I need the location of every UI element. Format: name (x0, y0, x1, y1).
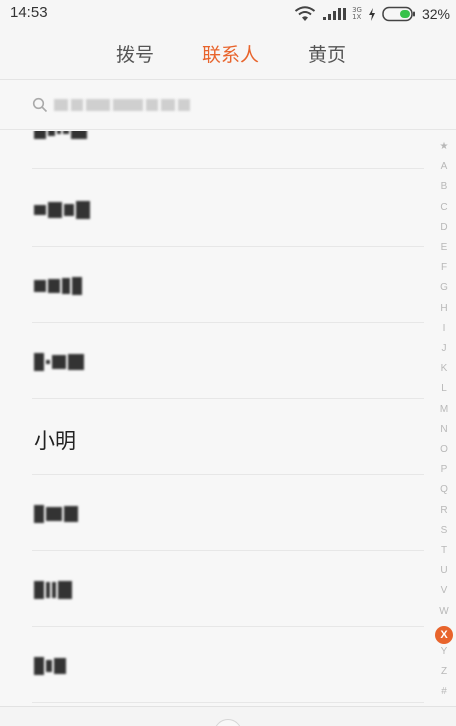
index-letter-y[interactable]: Y (436, 646, 452, 657)
contact-row[interactable] (32, 627, 424, 703)
network-bottom-label: 1X (352, 13, 362, 21)
contact-row[interactable]: 小明 (32, 399, 424, 475)
index-letter-v[interactable]: V (436, 585, 452, 596)
top-tab-bar: 拨号 联系人 黄页 (0, 28, 456, 80)
index-letter-r[interactable]: R (436, 505, 452, 516)
search-placeholder-obscured (54, 94, 224, 112)
index-letter-p[interactable]: P (436, 464, 452, 475)
index-letter-j[interactable]: J (436, 343, 452, 354)
contact-row[interactable] (32, 131, 424, 169)
obscured-name (34, 275, 82, 297)
tab-contacts[interactable]: 联系人 (202, 40, 259, 67)
index-letter-f[interactable]: F (436, 262, 452, 273)
contact-row[interactable] (32, 323, 424, 399)
wifi-icon (294, 6, 316, 21)
battery-percentage: 32% (421, 6, 450, 22)
index-letter-b[interactable]: B (436, 181, 452, 192)
index-letter-star[interactable]: ★ (436, 141, 452, 152)
contact-list: 小明 (0, 131, 456, 706)
obscured-name (34, 131, 87, 143)
contact-row[interactable] (32, 171, 424, 247)
obscured-name (34, 199, 90, 221)
index-letter-t[interactable]: T (436, 545, 452, 556)
index-letter-d[interactable]: D (436, 222, 452, 233)
obscured-name (34, 503, 78, 525)
index-letter-c[interactable]: C (436, 202, 452, 213)
alphabet-index-bar[interactable]: ★ A B C D E F G H I J K L M N O P Q R S T U V W X Y Z # (435, 141, 453, 701)
index-letter-a[interactable]: A (436, 161, 452, 172)
index-letter-m[interactable]: M (436, 404, 452, 415)
network-type: 3G 1X (352, 7, 362, 21)
status-time: 14:53 (10, 4, 48, 21)
index-letter-i[interactable]: I (436, 323, 452, 334)
tab-yellow-pages[interactable]: 黄页 (308, 40, 346, 67)
index-letter-l[interactable]: L (436, 383, 452, 394)
index-letter-hash[interactable]: # (436, 686, 452, 697)
status-icons: 3G 1X 32% (294, 4, 450, 24)
contact-row[interactable] (32, 247, 424, 323)
obscured-name (34, 655, 66, 677)
index-letter-o[interactable]: O (436, 444, 452, 455)
index-letter-q[interactable]: Q (436, 484, 452, 495)
obscured-name (34, 579, 72, 601)
index-letter-g[interactable]: G (436, 282, 452, 293)
charging-bolt-icon (368, 7, 375, 21)
tab-dial[interactable]: 拨号 (116, 40, 154, 67)
bottom-bar (0, 706, 456, 726)
index-letter-s[interactable]: S (436, 525, 452, 536)
status-bar: 14:53 3G 1X 32% (0, 0, 456, 28)
contact-row[interactable] (32, 475, 424, 551)
index-letter-n[interactable]: N (436, 424, 452, 435)
index-letter-h[interactable]: H (436, 303, 452, 314)
index-letter-e[interactable]: E (436, 242, 452, 253)
search-icon (32, 97, 48, 113)
index-letter-z[interactable]: Z (436, 666, 452, 677)
dialpad-button-partial[interactable] (214, 719, 242, 726)
signal-icon (323, 8, 347, 20)
index-letter-k[interactable]: K (436, 363, 452, 374)
index-letter-w[interactable]: W (436, 606, 452, 617)
index-letter-x[interactable]: X (435, 625, 453, 644)
contact-row[interactable] (32, 551, 424, 627)
contact-name: 小明 (34, 429, 76, 453)
obscured-name (34, 351, 84, 373)
battery-icon (382, 6, 415, 22)
search-input[interactable] (0, 80, 456, 130)
index-letter-u[interactable]: U (436, 565, 452, 576)
